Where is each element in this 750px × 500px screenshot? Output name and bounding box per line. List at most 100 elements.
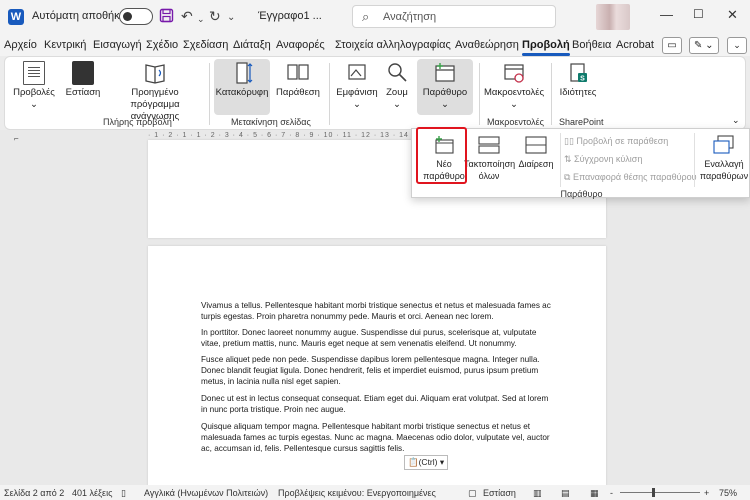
ribbon: Προβολές ⌄ Εστίαση Προηγμένο πρόγραμμα αν…: [4, 56, 746, 130]
sync-scroll-icon: ⇅: [564, 154, 575, 164]
switch-windows-button[interactable]: Εναλλαγή παραθύρων: [699, 135, 749, 182]
show-button[interactable]: Εμφάνιση ⌄: [335, 61, 379, 111]
paste-options-label: (Ctrl): [418, 457, 438, 467]
tab-review[interactable]: Αναθεώρηση: [455, 39, 519, 51]
undo-dropdown-icon[interactable]: ⌄: [197, 11, 205, 27]
arrange-all-label-2: όλων: [478, 171, 500, 181]
vertical-label: Κατακόρυφη: [215, 87, 269, 98]
views-label: Προβολές: [13, 87, 55, 98]
zoom-in-button[interactable]: +: [704, 488, 709, 498]
tab-stop-icon[interactable]: ⌐: [14, 134, 19, 143]
arrange-all-button[interactable]: Τακτοποίηση όλων: [464, 135, 515, 182]
focus-button[interactable]: Εστίαση: [63, 61, 103, 99]
undo-icon[interactable]: ↶: [181, 8, 193, 24]
search-placeholder: Αναζήτηση: [383, 11, 437, 23]
macros-button[interactable]: Μακροεντολές ⌄: [481, 61, 547, 111]
minimize-icon[interactable]: —: [660, 7, 673, 22]
ribbon-expand-icon[interactable]: ⌄: [732, 115, 740, 126]
autosave-toggle[interactable]: [119, 8, 153, 25]
account-avatar[interactable]: [596, 4, 630, 30]
immersive-reader-label-1: Προηγμένο: [131, 87, 179, 98]
views-icon: [23, 61, 45, 85]
reset-window-position-button[interactable]: ⧉ Επαναφορά θέσης παραθύρου: [564, 172, 697, 183]
zoom-level[interactable]: 75%: [719, 488, 737, 498]
properties-label: Ιδιότητες: [559, 87, 597, 98]
focus-mode-icon[interactable]: ▢: [468, 488, 477, 499]
comment-icon: ▭: [667, 40, 677, 51]
split-button[interactable]: Διαίρεση: [514, 135, 558, 170]
macros-icon: [503, 61, 525, 85]
redo-icon[interactable]: ↻: [209, 8, 221, 24]
view-side-by-side-button[interactable]: ▯▯ Προβολή σε παράθεση: [564, 136, 668, 147]
paragraph[interactable]: Quisque aliquam tempor magna. Pellentesq…: [201, 421, 556, 454]
more-icon[interactable]: ⌄: [227, 10, 235, 26]
vertical-button[interactable]: Κατακόρυφη: [214, 59, 270, 115]
group-full-view-label: Πλήρης προβολή: [103, 117, 172, 127]
tab-mailings[interactable]: Στοιχεία αλληλογραφίας: [335, 39, 451, 51]
word-count[interactable]: 401 λέξεις: [72, 488, 112, 498]
paragraph[interactable]: Vivamus a tellus. Pellentesque habitant …: [201, 300, 556, 322]
print-layout-icon[interactable]: ▤: [561, 488, 570, 499]
proofing-icon[interactable]: ▯: [121, 488, 126, 499]
editing-mode-button[interactable]: ✎ ⌄: [689, 37, 719, 54]
tab-insert[interactable]: Εισαγωγή: [93, 39, 142, 51]
tab-references[interactable]: Αναφορές: [276, 39, 325, 51]
switch-windows-icon: [713, 135, 735, 155]
page-count[interactable]: Σελίδα 2 από 2: [4, 488, 64, 498]
zoom-label: Ζουμ: [386, 87, 408, 98]
read-mode-icon[interactable]: ▥: [533, 488, 542, 499]
paragraph[interactable]: Donec ut est in lectus consequat consequ…: [201, 393, 556, 415]
tab-file[interactable]: Αρχείο: [4, 39, 37, 51]
window-label: Παράθυρο: [422, 87, 468, 98]
tab-help[interactable]: Βοήθεια: [572, 39, 611, 51]
paragraph[interactable]: In porttitor. Donec laoreet nonummy augu…: [201, 327, 556, 349]
properties-button[interactable]: S Ιδιότητες: [555, 61, 601, 99]
group-sharepoint-label: SharePoint: [559, 117, 604, 127]
save-icon[interactable]: [159, 8, 174, 26]
tab-view[interactable]: Προβολή: [522, 39, 570, 56]
group-macros-label: Μακροεντολές: [487, 117, 544, 127]
web-layout-icon[interactable]: ▦: [590, 488, 599, 499]
word-icon: W: [8, 9, 24, 25]
maximize-icon[interactable]: ☐: [693, 7, 704, 21]
page-2[interactable]: Vivamus a tellus. Pellentesque habitant …: [148, 246, 606, 486]
focus-icon: [72, 61, 94, 85]
focus-mode-label[interactable]: Εστίαση: [483, 488, 516, 498]
comments-button[interactable]: ▭: [662, 37, 682, 54]
book-icon: [144, 61, 166, 85]
paragraph[interactable]: Fusce aliquet pede non pede. Suspendisse…: [201, 354, 556, 387]
tab-home[interactable]: Κεντρική: [44, 39, 86, 51]
text-predictions[interactable]: Προβλέψεις κειμένου: Ενεργοποιημένες: [278, 488, 436, 498]
window-button[interactable]: Παράθυρο ⌄: [417, 59, 473, 115]
chevron-down-icon: ⌄: [733, 40, 741, 50]
views-button[interactable]: Προβολές ⌄: [11, 61, 57, 111]
split-icon: [525, 135, 547, 155]
tab-draw[interactable]: Σχεδίαση: [183, 39, 228, 51]
zoom-slider[interactable]: [620, 492, 700, 493]
side-by-side-icon: ▯▯: [564, 136, 577, 146]
show-icon: [346, 61, 368, 85]
language[interactable]: Αγγλικά (Ηνωμένων Πολιτειών): [144, 488, 268, 498]
ribbon-options-button[interactable]: ⌄: [727, 37, 747, 54]
immersive-reader-button[interactable]: Προηγμένο πρόγραμμα ανάγνωσης: [105, 61, 205, 123]
document-title[interactable]: Έγγραφο1 ...: [258, 10, 322, 22]
tab-layout[interactable]: Διάταξη: [233, 39, 271, 51]
side-to-side-button[interactable]: Παράθεση: [273, 61, 323, 99]
svg-text:S: S: [580, 76, 585, 83]
sync-scrolling-button[interactable]: ⇅ Σύγχρονη κύλιση: [564, 154, 642, 165]
tab-design[interactable]: Σχέδιο: [146, 39, 178, 51]
close-icon[interactable]: ✕: [727, 7, 738, 23]
status-bar: Σελίδα 2 από 2 401 λέξεις ▯ Αγγλικά (Ηνω…: [0, 485, 750, 500]
search-input[interactable]: ⌕ Αναζήτηση: [352, 5, 556, 28]
zoom-slider-thumb[interactable]: [652, 488, 655, 497]
tab-acrobat[interactable]: Acrobat: [616, 39, 654, 51]
zoom-out-button[interactable]: -: [610, 488, 613, 498]
zoom-button[interactable]: Ζουμ ⌄: [379, 61, 415, 111]
arrange-all-icon: [478, 135, 500, 155]
side-to-side-label: Παράθεση: [276, 87, 320, 98]
window-icon: [434, 61, 456, 85]
macros-label: Μακροεντολές: [483, 87, 545, 98]
title-bar: W Αυτόματη αποθήκευση ↶ ⌄ ↻ ⌄ Έγγραφο1 .…: [0, 0, 750, 34]
split-label: Διαίρεση: [518, 159, 554, 169]
paste-options-button[interactable]: 📋(Ctrl) ▾: [404, 455, 448, 470]
